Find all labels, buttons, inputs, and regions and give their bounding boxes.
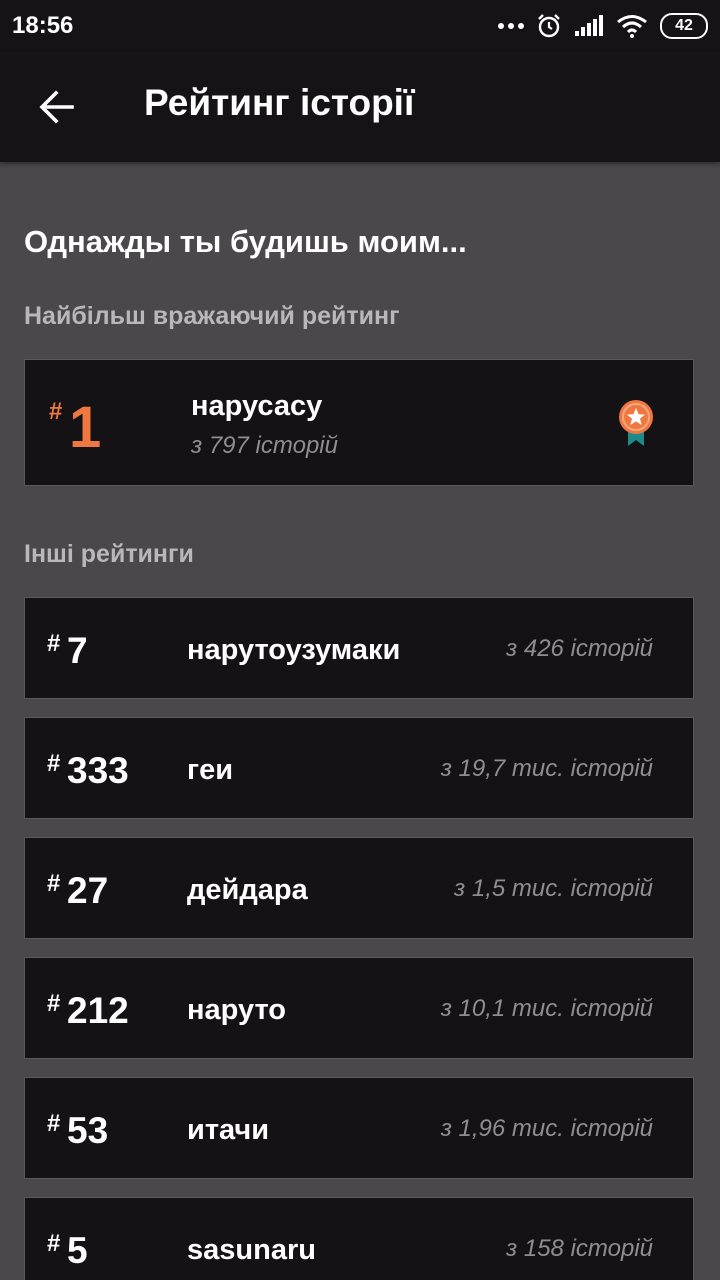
- medal-icon: [619, 400, 653, 446]
- featured-ranking-card[interactable]: # 1 нарусасу з 797 історій: [24, 359, 694, 486]
- rank-number: 1: [69, 395, 102, 460]
- ranking-row[interactable]: # 7 нарутоузумаки з 426 історій: [24, 597, 694, 699]
- signal-icon: [575, 15, 603, 36]
- ranking-tag: sasunaru: [187, 1234, 316, 1266]
- battery-level: 42: [675, 17, 693, 34]
- ranking-tag: геи: [187, 754, 234, 786]
- status-bar: 18:56 42: [0, 0, 720, 52]
- rank-number: 5: [67, 1230, 88, 1271]
- ranking-row[interactable]: # 333 геи з 19,7 тис. історій: [24, 717, 694, 819]
- rank-hash: #: [47, 1230, 61, 1257]
- rank-hash: #: [47, 750, 61, 777]
- arrow-back-icon: [39, 90, 74, 124]
- ranking-tag: итачи: [187, 1114, 270, 1146]
- ranking-row[interactable]: # 53 итачи з 1,96 тис. історій: [24, 1077, 694, 1179]
- app-bar: Рейтинг історії: [0, 52, 720, 162]
- rank-hash: #: [47, 990, 61, 1017]
- ranking-count: з 1,96 тис. історій: [440, 1115, 653, 1142]
- ranking-row[interactable]: # 27 дейдара з 1,5 тис. історій: [24, 837, 694, 939]
- more-dots-icon: [498, 23, 524, 29]
- story-title: Однажды ты будишь моим...: [24, 224, 467, 259]
- status-icons: 42: [498, 12, 708, 40]
- ranking-count: з 10,1 тис. історій: [440, 995, 653, 1022]
- wifi-icon: [617, 15, 647, 38]
- ranking-count: з 426 історій: [506, 635, 653, 662]
- ranking-count: з 158 історій: [506, 1235, 653, 1262]
- rank-hash: #: [47, 1110, 61, 1137]
- status-time: 18:56: [12, 12, 74, 39]
- other-section-label: Інші рейтинги: [24, 540, 194, 568]
- featured-section-label: Найбільш вражаючий рейтинг: [24, 302, 400, 330]
- ranking-row[interactable]: # 5 sasunaru з 158 історій: [24, 1197, 694, 1280]
- featured-tag: нарусасу: [191, 390, 323, 422]
- page-title: Рейтинг історії: [144, 82, 415, 123]
- alarm-icon: [538, 14, 560, 38]
- ranking-tag: наруто: [187, 994, 286, 1026]
- rank-hash: #: [47, 870, 61, 897]
- rank-number: 212: [67, 990, 129, 1031]
- battery-icon: 42: [660, 13, 708, 39]
- rank-number: 7: [67, 630, 88, 671]
- ranking-row[interactable]: # 212 наруто з 10,1 тис. історій: [24, 957, 694, 1059]
- rank-number: 27: [67, 870, 109, 911]
- rank-number: 333: [67, 750, 129, 791]
- ranking-count: з 19,7 тис. історій: [440, 755, 653, 782]
- featured-count: з 797 історій: [191, 432, 338, 459]
- ranking-tag: нарутоузумаки: [187, 634, 401, 666]
- ranking-count: з 1,5 тис. історій: [454, 875, 653, 902]
- rank-hash: #: [47, 630, 61, 657]
- back-button[interactable]: [36, 86, 78, 128]
- rank-hash: #: [49, 398, 63, 425]
- rank-number: 53: [67, 1110, 109, 1151]
- ranking-tag: дейдара: [187, 874, 308, 906]
